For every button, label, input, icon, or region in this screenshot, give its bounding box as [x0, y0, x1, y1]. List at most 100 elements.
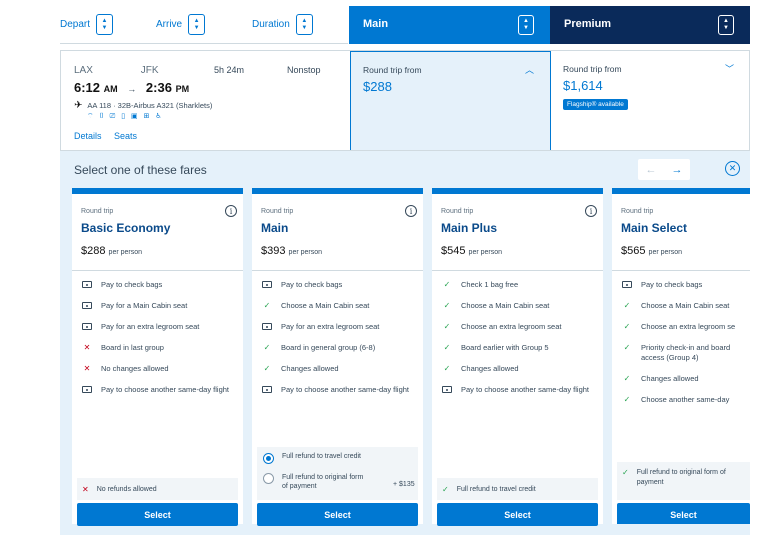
- feature-text: Pay for an extra legroom seat: [101, 322, 200, 331]
- feature-item: Pay for a Main Cabin seat: [81, 301, 239, 311]
- sort-arrive-label: Arrive: [156, 19, 183, 30]
- fare-card-main-select: Round trip Main Select $565 per person P…: [612, 188, 750, 524]
- seats-link[interactable]: Seats: [114, 131, 137, 141]
- feature-text: Board earlier with Group 5: [461, 343, 549, 352]
- feature-text: Choose an extra legroom seat: [461, 322, 562, 331]
- sort-duration[interactable]: Duration ▲ ▼: [252, 14, 313, 35]
- main-from-label: Round trip from: [363, 65, 422, 75]
- refund-policy: ✓ Full refund to original form of paymen…: [617, 462, 750, 500]
- fare-price-value: $393: [261, 245, 286, 257]
- select-button[interactable]: Select: [437, 503, 598, 526]
- fare-price: $545 per person: [441, 245, 502, 257]
- chevron-down-icon[interactable]: ﹀: [725, 62, 734, 75]
- fare-card-main-plus: Round trip i Main Plus $545 per person ✓…: [432, 188, 603, 526]
- feature-item: ✓ Choose another same-day: [621, 395, 750, 405]
- sort-arrive[interactable]: Arrive ▲ ▼: [156, 14, 206, 35]
- info-icon[interactable]: i: [585, 205, 597, 217]
- details-link[interactable]: Details: [74, 131, 102, 141]
- fee-icon: [81, 385, 93, 395]
- sort-arrows-icon[interactable]: ▲ ▼: [295, 14, 313, 35]
- check-icon: ✓: [443, 343, 451, 352]
- feature-text: Pay to check bags: [101, 280, 163, 289]
- feature-text: Board in general group (6-8): [281, 343, 376, 352]
- feature-text: Changes allowed: [641, 374, 699, 383]
- arrow-right-icon: →: [127, 84, 137, 94]
- sort-arrows-icon[interactable]: ▲ ▼: [718, 15, 734, 35]
- feature-text: Changes allowed: [281, 364, 339, 373]
- fee-icon: [441, 385, 453, 395]
- feature-text: Board in last group: [101, 343, 164, 352]
- sort-arrows-icon[interactable]: ▲ ▼: [96, 14, 114, 35]
- divider: [72, 270, 243, 271]
- feature-item: Pay to choose another same-day flight: [81, 385, 239, 395]
- main-price-cell[interactable]: Round trip from $288 ︿: [350, 51, 551, 151]
- chevron-up-icon[interactable]: ︿: [525, 63, 534, 76]
- feature-item: ✓ Changes allowed: [261, 364, 419, 374]
- check-icon: ✓: [263, 364, 271, 373]
- fare-trip-type: Round trip: [441, 208, 474, 215]
- divider: [252, 270, 423, 271]
- select-button[interactable]: Select: [257, 503, 418, 526]
- check-icon: ✓: [623, 374, 631, 383]
- sort-depart[interactable]: Depart ▲ ▼: [60, 14, 114, 35]
- flight-number: ✈ AA 118 · 32B-Airbus A321 (Sharklets): [74, 100, 212, 111]
- sort-bar: Depart ▲ ▼ Arrive ▲ ▼ Duration ▲ ▼: [60, 6, 348, 44]
- destination-code: JFK: [140, 65, 159, 76]
- divider: [432, 270, 603, 271]
- arrow-left-icon[interactable]: ←: [646, 164, 657, 176]
- radio-unselected[interactable]: [263, 473, 274, 484]
- feature-item: Pay to check bags: [261, 280, 419, 290]
- sort-arrows-icon[interactable]: ▲ ▼: [518, 15, 534, 35]
- fare-price-value: $565: [621, 245, 646, 257]
- select-button[interactable]: Select: [77, 503, 238, 526]
- flight-stops: Nonstop: [287, 65, 321, 75]
- check-icon: ✓: [623, 343, 631, 352]
- feature-text: Pay to choose another same-day flight: [281, 385, 409, 394]
- fee-icon: [81, 301, 93, 311]
- info-icon[interactable]: i: [225, 205, 237, 217]
- check-icon: ✓: [443, 364, 451, 373]
- fare-price-value: $545: [441, 245, 466, 257]
- feature-text: Choose another same-day: [641, 395, 730, 404]
- airport-codes: LAX JFK: [74, 65, 159, 76]
- fare-features: Pay to check bags Pay for a Main Cabin s…: [81, 280, 239, 406]
- feature-item: ✕ Board in last group: [81, 343, 239, 353]
- flight-info: LAX JFK 6:12 AM → 2:36 PM 5h 24m Nonstop…: [61, 51, 350, 151]
- cabin-header-main[interactable]: Main ▲ ▼: [349, 6, 550, 44]
- sort-depart-label: Depart: [60, 19, 91, 30]
- fare-price: $565 per person: [621, 245, 682, 257]
- check-icon: ✓: [263, 301, 271, 310]
- cross-icon: ✕: [83, 364, 91, 373]
- divider: [612, 270, 750, 271]
- flight-duration: 5h 24m: [214, 65, 245, 75]
- flight-number-text: AA 118 · 32B-Airbus A321 (Sharklets): [87, 101, 213, 110]
- select-button[interactable]: Select: [617, 503, 750, 524]
- refund-text: Full refund to travel credit: [456, 485, 536, 493]
- fare-name: Basic Economy: [81, 221, 171, 235]
- radio-selected[interactable]: [263, 453, 274, 464]
- feature-text: Choose a Main Cabin seat: [281, 301, 370, 310]
- fare-features: ✓ Check 1 bag free ✓ Choose a Main Cabin s…: [441, 280, 599, 406]
- close-icon[interactable]: ✕: [725, 161, 740, 176]
- fee-icon: [81, 280, 93, 290]
- feature-item: Pay to choose another same-day flight: [261, 385, 419, 395]
- info-icon[interactable]: i: [405, 205, 417, 217]
- feature-text: Pay to choose another same-day flight: [101, 385, 229, 394]
- sort-arrows-icon[interactable]: ▲ ▼: [188, 14, 206, 35]
- premium-price-cell[interactable]: Round trip from $1,614 ﹀ Flagship® avail…: [551, 51, 750, 151]
- refund-option-original-payment[interactable]: Full refund to original form of payment …: [263, 473, 419, 491]
- feature-text: No changes allowed: [101, 364, 169, 373]
- fare-price-value: $288: [81, 245, 106, 257]
- refund-option-travel-credit[interactable]: Full refund to travel credit: [263, 453, 361, 464]
- feature-item: ✓ Priority check-in and board access (Gro…: [621, 343, 750, 363]
- fare-features: Pay to check bags ✓ Choose a Main Cabin s…: [261, 280, 419, 406]
- depart-time: 6:12: [74, 80, 101, 95]
- arrow-right-icon[interactable]: →: [672, 164, 683, 176]
- cabin-header-premium[interactable]: Premium ▲ ▼: [550, 6, 750, 44]
- main-price: $288: [363, 79, 392, 94]
- feature-item: Pay to check bags: [621, 280, 750, 290]
- fare-trip-type: Round trip: [261, 208, 294, 215]
- check-icon: ✓: [623, 395, 631, 404]
- fee-icon: [261, 385, 273, 395]
- fare-name: Main Plus: [441, 221, 498, 235]
